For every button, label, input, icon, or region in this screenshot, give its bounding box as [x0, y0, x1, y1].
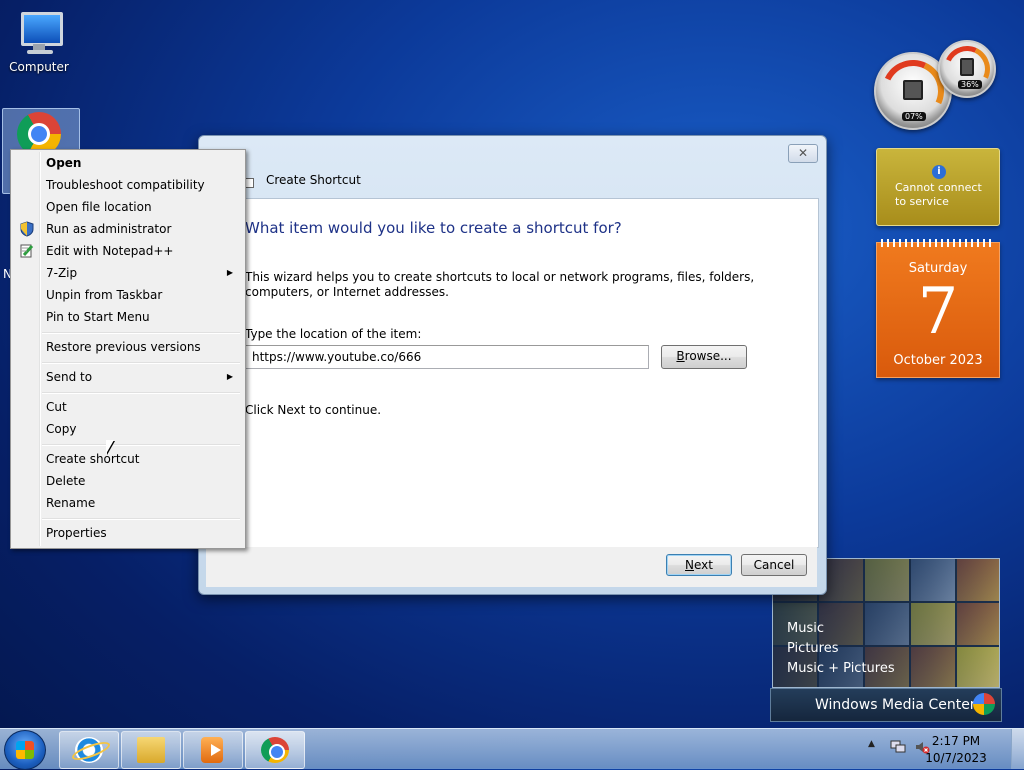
media-item-pictures[interactable]: Pictures: [787, 641, 838, 656]
menu-item-7zip[interactable]: 7-Zip ▶: [13, 262, 243, 284]
show-hidden-icons-button[interactable]: ▲: [868, 739, 882, 753]
menu-item-pin-start[interactable]: Pin to Start Menu: [13, 306, 243, 328]
clock-time: 2:17 PM: [931, 734, 981, 748]
menu-item-send-to[interactable]: Send to ▶: [13, 366, 243, 388]
submenu-arrow-icon: ▶: [226, 372, 233, 381]
location-label: Type the location of the item:: [245, 327, 422, 341]
taskbar-button-chrome[interactable]: [245, 731, 305, 769]
windows-orb-icon: [973, 693, 995, 715]
menu-item-rename[interactable]: Rename: [13, 492, 243, 514]
location-input[interactable]: [245, 345, 649, 369]
menu-item-label: Pin to Start Menu: [46, 310, 150, 324]
internet-explorer-icon: [75, 737, 103, 763]
menu-item-edit-notepad[interactable]: Edit with Notepad++: [13, 240, 243, 262]
start-button[interactable]: [4, 730, 46, 770]
windows-media-center-bar[interactable]: Windows Media Center: [770, 688, 1002, 722]
desktop-icon-computer[interactable]: Computer: [3, 8, 75, 74]
clock[interactable]: 2:17 PM 10/7/2023: [896, 733, 1016, 769]
windows-media-player-icon: [201, 737, 223, 763]
chrome-icon: [261, 737, 289, 763]
computer-icon: [15, 8, 63, 56]
next-button[interactable]: Next: [666, 554, 732, 576]
menu-item-label: Edit with Notepad++: [46, 244, 174, 258]
menu-item-label: Rename: [46, 496, 96, 510]
menu-item-delete[interactable]: Delete: [13, 470, 243, 492]
context-menu: Open Troubleshoot compatibility Open fil…: [10, 149, 246, 549]
menu-item-label: Open file location: [46, 200, 152, 214]
menu-item-label: 7-Zip: [46, 266, 78, 280]
browse-button[interactable]: Browse...: [661, 345, 747, 369]
weather-gadget[interactable]: i Cannot connect to service: [876, 148, 1000, 226]
media-center-title: Windows Media Center: [815, 697, 976, 713]
menu-separator: [42, 518, 240, 520]
menu-separator: [42, 392, 240, 394]
menu-item-properties[interactable]: Properties: [13, 522, 243, 544]
menu-item-open-file-location[interactable]: Open file location: [13, 196, 243, 218]
menu-item-label: Open: [46, 156, 82, 170]
taskbar-button-ie[interactable]: [59, 731, 119, 769]
cpu-meter-gadget[interactable]: 07% 36%: [872, 39, 997, 132]
menu-separator: [42, 332, 240, 334]
menu-separator: [42, 444, 240, 446]
info-icon: i: [932, 165, 946, 179]
menu-item-cut[interactable]: Cut: [13, 396, 243, 418]
weather-message-line2: to service: [895, 195, 949, 208]
dialog-heading: What item would you like to create a sho…: [245, 219, 622, 237]
menu-item-unpin-taskbar[interactable]: Unpin from Taskbar: [13, 284, 243, 306]
menu-item-label: Cut: [46, 400, 67, 414]
create-shortcut-dialog: ✕ Create Shortcut What item would you li…: [198, 135, 827, 595]
menu-item-restore-versions[interactable]: Restore previous versions: [13, 336, 243, 358]
memory-chip-icon: [960, 58, 974, 76]
mouse-cursor-icon: [106, 440, 114, 454]
menu-item-label: Delete: [46, 474, 86, 488]
desktop-icon-label: Computer: [9, 60, 69, 74]
calendar-day: 7: [917, 275, 959, 349]
taskbar: ▲ 2:17 PM 10/7/2023: [0, 728, 1024, 770]
calendar-month-year: October 2023: [893, 353, 983, 368]
calendar-weekday: Saturday: [908, 261, 968, 276]
dialog-description: This wizard helps you to create shortcut…: [245, 270, 755, 299]
shield-icon: [19, 221, 35, 237]
taskbar-button-explorer[interactable]: [121, 731, 181, 769]
menu-item-label: Troubleshoot compatibility: [46, 178, 205, 192]
notepad-icon: [19, 243, 35, 259]
memory-usage: 36%: [958, 80, 982, 89]
windows-explorer-icon: [137, 737, 165, 763]
close-button[interactable]: ✕: [788, 144, 818, 163]
menu-item-create-shortcut[interactable]: Create shortcut: [13, 448, 243, 470]
menu-item-label: Create shortcut: [46, 452, 140, 466]
menu-separator: [42, 362, 240, 364]
menu-item-copy[interactable]: Copy: [13, 418, 243, 440]
calendar-rings: [881, 239, 995, 247]
calendar-gadget[interactable]: Saturday 7 October 2023: [876, 239, 1000, 378]
media-item-music-pictures[interactable]: Music + Pictures: [787, 661, 895, 676]
menu-item-open[interactable]: Open: [13, 152, 243, 174]
media-item-music[interactable]: Music: [787, 621, 824, 636]
cpu-chip-icon: [903, 80, 923, 100]
menu-item-label: Copy: [46, 422, 77, 436]
cpu-usage: 07%: [902, 112, 926, 121]
dialog-title: Create Shortcut: [266, 173, 361, 187]
cancel-label: Cancel: [753, 558, 795, 572]
show-desktop-button[interactable]: [1011, 729, 1024, 769]
browse-label: Browse...: [676, 349, 732, 363]
menu-item-label: Properties: [46, 526, 107, 540]
menu-item-label: Send to: [46, 370, 93, 384]
clock-date: 10/7/2023: [925, 751, 987, 765]
weather-message-line1: Cannot connect: [895, 181, 982, 194]
menu-item-label: Unpin from Taskbar: [46, 288, 163, 302]
taskbar-button-media-player[interactable]: [183, 731, 243, 769]
menu-item-label: Restore previous versions: [46, 340, 201, 354]
submenu-arrow-icon: ▶: [226, 268, 233, 277]
menu-item-label: Run as administrator: [46, 222, 172, 236]
next-label: Next: [685, 558, 713, 572]
dialog-body: What item would you like to create a sho…: [206, 198, 819, 548]
continue-text: Click Next to continue.: [245, 403, 382, 417]
cancel-button[interactable]: Cancel: [741, 554, 807, 576]
menu-item-run-as-admin[interactable]: Run as administrator: [13, 218, 243, 240]
menu-item-troubleshoot[interactable]: Troubleshoot compatibility: [13, 174, 243, 196]
